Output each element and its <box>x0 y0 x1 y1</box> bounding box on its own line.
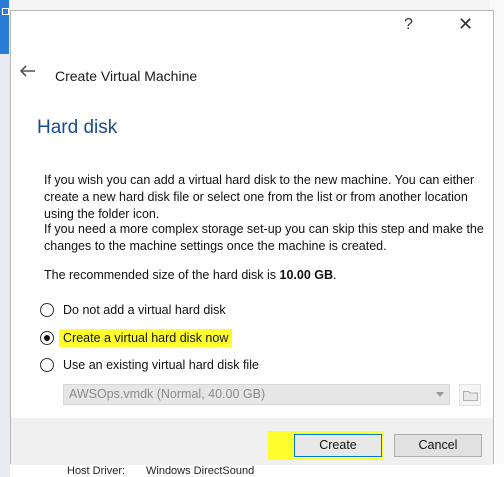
background-app-top <box>10 0 504 10</box>
description-paragraph: If you wish you can add a virtual hard d… <box>44 173 475 221</box>
help-button[interactable]: ? <box>404 16 413 34</box>
choose-disk-file-button[interactable] <box>459 384 481 406</box>
option-label: Do not add a virtual hard disk <box>63 303 226 317</box>
host-driver-value: Windows DirectSound <box>146 465 255 477</box>
background-app-edge <box>0 0 10 477</box>
radio-button[interactable] <box>40 358 54 372</box>
back-arrow-icon[interactable] <box>20 65 36 77</box>
option-existing-disk[interactable]: Use an existing virtual hard disk file <box>40 356 259 374</box>
option-no-disk[interactable]: Do not add a virtual hard disk <box>40 301 226 319</box>
background-status-row: Host Driver: Windows DirectSound <box>10 464 504 477</box>
host-driver-label: Host Driver: <box>67 465 126 477</box>
create-button[interactable]: Create <box>294 434 382 457</box>
storage-note-paragraph: If you need a more complex storage set-u… <box>44 222 484 253</box>
dialog-titlebar: ? ✕ <box>11 11 493 43</box>
background-app-icon <box>0 0 9 54</box>
option-label-highlighted: Create a virtual hard disk now <box>59 329 233 347</box>
close-button[interactable]: ✕ <box>458 14 473 35</box>
folder-icon <box>463 391 478 401</box>
recommended-size-prefix: The recommended size of the hard disk is <box>44 268 280 282</box>
radio-button-selected[interactable] <box>40 331 54 345</box>
recommended-size-value: 10.00 GB <box>279 268 334 282</box>
dialog-footer: Create Cancel <box>11 418 493 465</box>
cancel-button[interactable]: Cancel <box>394 434 482 457</box>
create-vm-dialog: ? ✕ Create Virtual Machine Hard disk If … <box>10 10 494 465</box>
recommended-size-suffix: . <box>333 268 337 282</box>
page-title: Hard disk <box>37 117 118 138</box>
wizard-page: Hard disk If you wish you can add a virt… <box>11 91 493 418</box>
wizard-header: Create Virtual Machine <box>11 43 493 91</box>
recommended-size-text: The recommended size of the hard disk is… <box>44 267 484 284</box>
chevron-down-icon <box>436 392 444 397</box>
option-create-disk[interactable]: Create a virtual hard disk now <box>40 329 233 347</box>
wizard-title: Create Virtual Machine <box>55 68 198 84</box>
radio-button[interactable] <box>40 303 54 317</box>
option-label: Use an existing virtual hard disk file <box>63 358 259 372</box>
existing-disk-value: AWSOps.vmdk (Normal, 40.00 GB) <box>69 387 266 401</box>
existing-disk-select[interactable]: AWSOps.vmdk (Normal, 40.00 GB) <box>63 384 450 405</box>
